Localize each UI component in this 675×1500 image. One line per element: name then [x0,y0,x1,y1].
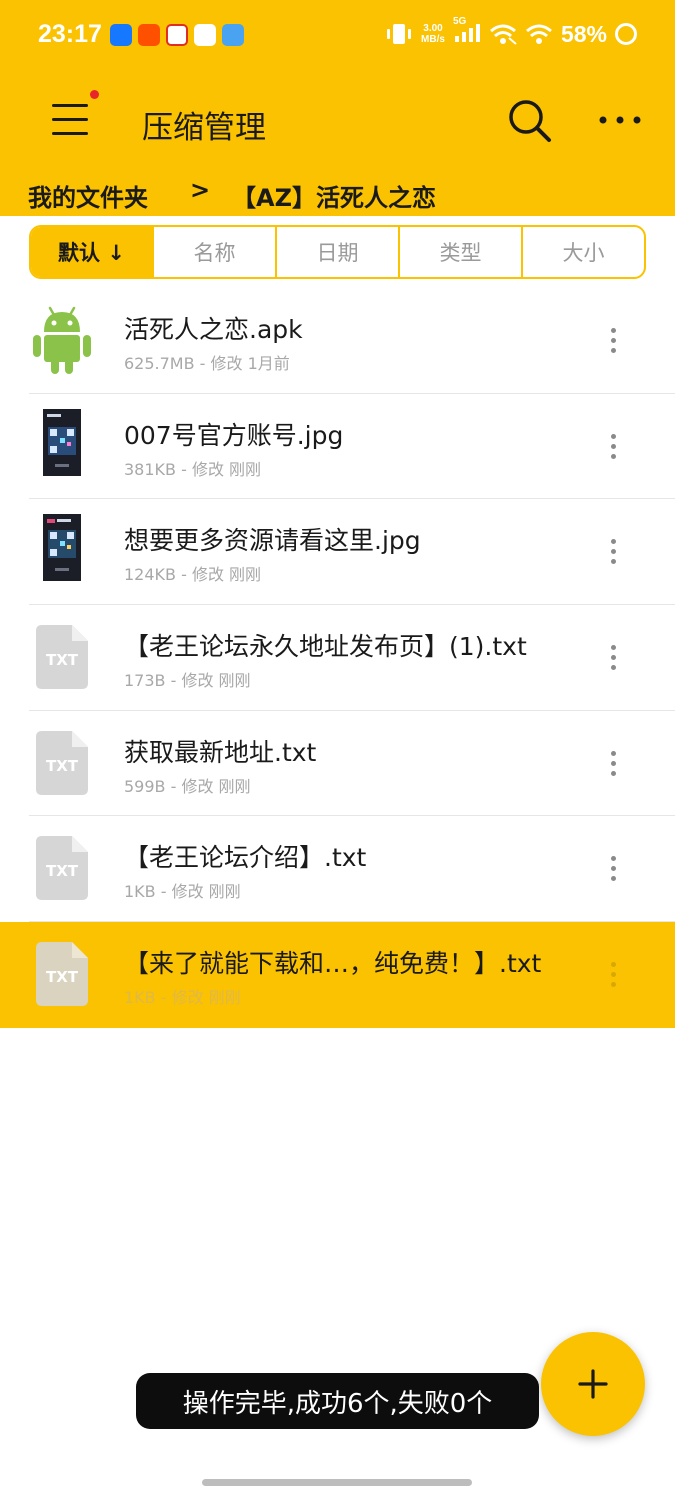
taobao-icon [138,24,160,46]
file-name: 007号官方账号.jpg [124,420,344,450]
file-row[interactable]: TXT 获取最新地址.txt 599B - 修改 刚刚 [0,711,675,817]
breadcrumb: 我的文件夹 > 【AZ】活死人之恋 [0,172,675,216]
image-thumbnail [43,514,81,582]
sort-tab-date[interactable]: 日期 [277,227,400,277]
wifi-icon [525,24,552,44]
sort-tab-size[interactable]: 大小 [523,227,644,277]
app-header: 23:17 3.00 MB/s 5G 58% 压缩管理 我的文件夹 > 【AZ】… [0,0,675,216]
file-meta: 173B - 修改 刚刚 [124,671,251,691]
breadcrumb-current[interactable]: 【AZ】活死人之恋 [232,178,436,213]
file-meta: 1KB - 修改 刚刚 [124,882,241,902]
file-more-button[interactable] [600,326,628,356]
qr-code-image [47,519,76,572]
file-meta: 599B - 修改 刚刚 [124,776,251,796]
file-more-button[interactable] [600,960,628,990]
file-name: 活死人之恋.apk [124,315,303,344]
sort-tab-name[interactable]: 名称 [154,227,277,277]
notification-app-icons [110,24,244,46]
add-button[interactable] [541,1332,645,1436]
svg-text:TXT: TXT [46,862,79,880]
file-name: 【老王论坛永久地址发布页】(1).txt [124,632,527,662]
breadcrumb-home[interactable]: 我的文件夹 [28,178,148,213]
search-icon [509,100,551,142]
toast-message: 操作完毕,成功6个,失败0个 [136,1373,539,1429]
file-row[interactable]: TXT 【老王论坛介绍】.txt 1KB - 修改 刚刚 [0,816,675,922]
home-indicator[interactable] [202,1479,472,1486]
txt-file-icon: TXT [36,730,88,795]
toolbar: 压缩管理 [0,72,675,172]
svg-text:TXT: TXT [46,968,79,986]
file-more-button[interactable] [600,854,628,884]
txt-file-icon: TXT [36,942,88,1007]
file-meta: 124KB - 修改 刚刚 [124,565,262,585]
file-name: 【老王论坛介绍】.txt [124,843,367,873]
vibrate-icon [387,24,412,44]
breadcrumb-separator: > [190,176,211,204]
battery-icon [615,23,637,45]
page-title: 压缩管理 [142,110,266,146]
wifi-disabled-icon [489,24,517,45]
file-meta: 381KB - 修改 刚刚 [124,459,262,479]
net-speed-unit: MB/s [421,34,445,45]
file-more-button[interactable] [600,537,628,567]
telegram-icon [194,24,216,46]
alipay-icon [110,24,132,46]
status-bar: 23:17 3.00 MB/s 5G 58% [0,0,675,72]
sort-tab-default[interactable]: 默认 ↓ [31,227,154,277]
app-icon [222,24,244,46]
svg-text:TXT: TXT [46,757,79,775]
status-time: 23:17 [38,20,102,48]
net-speed-value: 3.00 [423,23,443,34]
sort-bar: 默认 ↓ 名称 日期 类型 大小 [29,225,646,279]
search-button[interactable] [505,96,555,146]
more-options-button[interactable] [596,100,646,140]
status-indicators: 3.00 MB/s 5G 58% [385,16,637,48]
file-row[interactable]: 想要更多资源请看这里.jpg 124KB - 修改 刚刚 [0,499,675,605]
file-name: 想要更多资源请看这里.jpg [124,526,421,556]
android-icon [33,306,91,374]
file-meta: 625.7MB - 修改 1月前 [124,354,290,373]
sort-tab-type[interactable]: 类型 [400,227,523,277]
more-horizontal-icon [599,116,641,124]
menu-button[interactable] [48,90,99,140]
net-speed: 3.00 MB/s [421,23,445,45]
file-meta: 1KB - 修改 刚刚 [124,988,241,1008]
pdd-icon [166,24,188,46]
txt-file-icon: TXT [36,625,88,690]
file-row[interactable]: TXT 【老王论坛永久地址发布页】(1).txt 173B - 修改 刚刚 [0,605,675,711]
cellular-signal: 5G [453,16,481,48]
txt-file-icon: TXT [36,836,88,901]
network-type: 5G [452,16,467,27]
file-row[interactable]: 007号官方账号.jpg 381KB - 修改 刚刚 [0,394,675,500]
qr-code-image [47,413,76,467]
file-more-button[interactable] [600,643,628,673]
notification-dot [90,90,99,99]
image-thumbnail [43,408,81,476]
battery-percent: 58% [560,20,607,47]
file-name: 【来了就能下载和…，纯免费！】.txt [124,949,542,979]
file-row-selected[interactable]: TXT 【来了就能下载和…，纯免费！】.txt 1KB - 修改 刚刚 [0,922,675,1028]
file-more-button[interactable] [600,432,628,462]
hamburger-menu-icon [52,104,88,107]
file-more-button[interactable] [600,749,628,779]
file-name: 获取最新地址.txt [124,737,317,767]
file-list: 活死人之恋.apk 625.7MB - 修改 1月前 007号官方账号.jpg … [0,288,675,1028]
file-row[interactable]: 活死人之恋.apk 625.7MB - 修改 1月前 [0,288,675,394]
svg-text:TXT: TXT [46,651,79,669]
